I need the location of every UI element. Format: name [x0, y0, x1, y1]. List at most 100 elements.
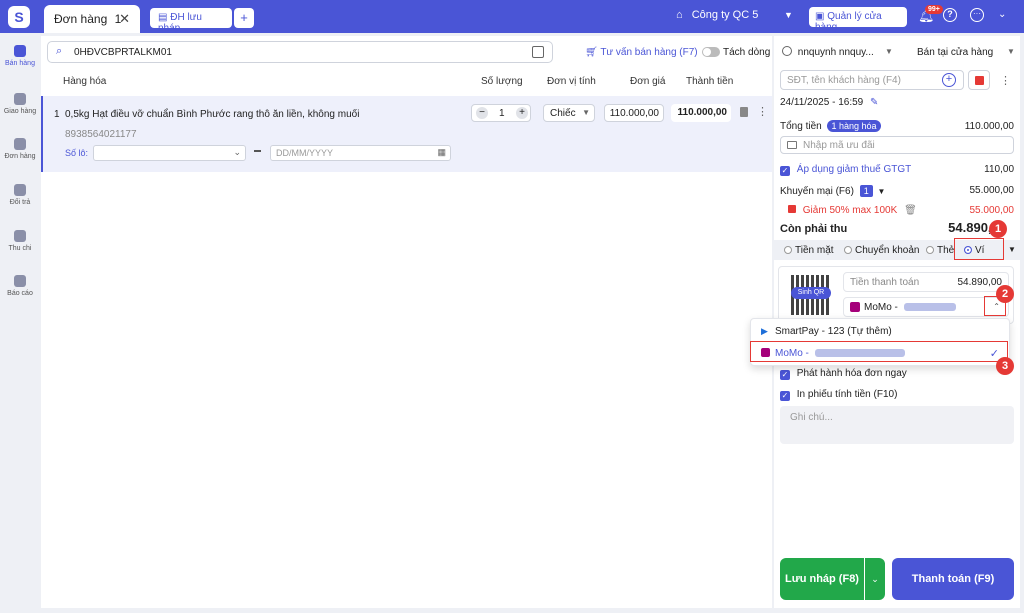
payment-method-cash[interactable]: Tiền mặt — [784, 245, 834, 256]
store-management-button[interactable]: ▣ Quản lý cửa hàng — [809, 7, 907, 33]
barcode-scan-icon[interactable] — [532, 46, 544, 58]
search-icon: ⌕ — [56, 45, 63, 57]
trash-icon[interactable]: 🗑︎ — [904, 205, 917, 216]
column-header-item: Hàng hóa — [63, 76, 107, 87]
sidebar-item-sales[interactable]: Bán hàng — [0, 45, 40, 67]
unit-price-input[interactable]: 110.000,00 — [604, 104, 664, 122]
payment-method-card[interactable]: Thẻ — [926, 245, 954, 256]
trash-icon[interactable] — [740, 107, 748, 117]
truck-icon — [14, 93, 26, 105]
print-receipt-checkbox[interactable]: ✓ In phiếu tính tiền (F10) — [780, 389, 897, 401]
generate-qr-button[interactable]: Sinh QR — [791, 287, 831, 299]
expiry-date-input[interactable]: DD/MM/YYYY ▦ — [270, 145, 451, 161]
sidebar-item-reports[interactable]: Báo cáo — [0, 275, 40, 297]
sidebar-item-returns[interactable]: Đổi trả — [0, 184, 40, 206]
chevron-down-icon: ⌄ — [233, 147, 241, 157]
dropdown-option-smartpay[interactable]: ▶ SmartPay - 123 (Tự thêm) — [751, 321, 1009, 341]
document-icon — [14, 138, 26, 150]
notification-badge: 99+ — [925, 5, 943, 14]
sales-advise-link[interactable]: 🛒︎ Tư vấn bán hàng (F7) — [585, 47, 698, 58]
sidebar-item-cashflow[interactable]: Thu chi — [0, 230, 40, 252]
tab-draft-orders[interactable]: ▤ ĐH lưu nháp — [150, 8, 232, 34]
chevron-down-icon[interactable]: ▼ — [784, 10, 793, 20]
chevron-down-icon[interactable]: ▼ — [885, 47, 893, 56]
store-icon: ⌂ — [676, 9, 683, 21]
store-management-label: Quản lý cửa hàng — [815, 11, 882, 33]
tab-order-label: Đơn hàng — [54, 12, 108, 26]
sales-mode-selector[interactable]: Bán tại cửa hàng — [917, 47, 993, 58]
chevron-down-icon[interactable]: ▼ — [1008, 245, 1016, 254]
company-selector[interactable]: ⌂ Công ty QC 5 — [676, 9, 758, 21]
total-value: 110.000,00 — [964, 121, 1014, 132]
unit-value: Chiếc — [550, 108, 576, 119]
plus-button[interactable]: + — [516, 107, 528, 119]
chevron-down-icon[interactable]: ▼ — [1007, 47, 1015, 56]
total-label: Tổng tiền 1 hàng hóa — [780, 120, 881, 132]
promo-code-input[interactable]: Nhập mã ưu đãi — [780, 136, 1014, 154]
discount-label: Khuyến mại (F6) — [780, 186, 854, 197]
money-icon — [14, 230, 26, 242]
sidebar-item-label: Thu chi — [8, 245, 32, 252]
company-name: Công ty QC 5 — [691, 9, 759, 21]
order-panel: ⌕ 0HĐVCBPRTALKM01 🛒︎ Tư vấn bán hàng (F7… — [41, 36, 772, 608]
help-icon[interactable]: ? — [943, 8, 957, 22]
vat-checkbox[interactable]: ✓ Áp dụng giảm thuế GTGT — [780, 164, 911, 176]
pencil-icon[interactable]: ✎ — [870, 97, 878, 108]
radio-icon — [784, 246, 792, 254]
radio-icon — [926, 246, 934, 254]
quantity-value[interactable]: 1 — [499, 108, 505, 119]
total-label-text: Tổng tiền — [780, 121, 822, 132]
store-icon: ▣ — [815, 11, 825, 22]
user-selector[interactable]: nnquynh nnquy... — [782, 46, 874, 58]
minus-button[interactable]: − — [476, 107, 488, 119]
sidebar-item-orders[interactable]: Đơn hàng — [0, 138, 40, 160]
split-line-toggle[interactable] — [702, 47, 720, 57]
sales-advise-label: Tư vấn bán hàng (F7) — [600, 47, 698, 58]
gift-button[interactable] — [968, 70, 990, 90]
calendar-icon: ▦ — [437, 147, 446, 157]
tab-order[interactable]: Đơn hàng 1 ✕ — [44, 5, 140, 33]
amount-due-label: Còn phải thu — [780, 223, 848, 235]
quantity-stepper[interactable]: − 1 + — [471, 104, 531, 122]
checkout-button[interactable]: Thanh toán (F9) — [892, 558, 1014, 600]
more-icon[interactable]: ··· — [970, 8, 984, 22]
sidebar-item-label: Báo cáo — [7, 290, 33, 297]
chevron-down-icon[interactable]: ⌄ — [998, 9, 1006, 20]
product-search-input[interactable]: ⌕ 0HĐVCBPRTALKM01 — [47, 41, 553, 63]
note-textarea[interactable]: Ghi chú... — [780, 406, 1014, 444]
check-icon: ✓ — [780, 370, 790, 380]
return-icon — [14, 184, 26, 196]
more-vertical-icon[interactable]: ⋮ — [1000, 74, 1011, 87]
publish-invoice-checkbox[interactable]: ✓ Phát hành hóa đơn ngay — [780, 368, 907, 380]
discount-toggle[interactable]: Khuyến mại (F6) 1 ▼ — [780, 185, 885, 197]
discount-item-value: 55.000,00 — [969, 205, 1015, 216]
highlight-wallet — [954, 238, 1004, 260]
lot-select[interactable]: ⌄ — [93, 145, 246, 161]
discount-item: Giảm 50% max 100K 🗑︎ — [788, 205, 917, 216]
cart-icon — [14, 45, 26, 57]
check-icon: ✓ — [780, 166, 790, 176]
payment-amount-field[interactable]: Tiền thanh toán 54.890,00 — [843, 272, 1009, 292]
discount-item-label: Giảm 50% max 100K — [802, 205, 898, 216]
add-customer-button[interactable]: + — [942, 73, 956, 87]
step-badge-2: 2 — [996, 285, 1014, 303]
save-draft-button[interactable]: Lưu nháp (F8) — [780, 558, 864, 600]
add-tab-button[interactable]: + — [234, 8, 254, 28]
cart-icon: 🛒︎ — [585, 47, 598, 58]
split-line-label: Tách dòng — [723, 47, 771, 58]
wallet-account-label: MoMo - — [864, 302, 898, 313]
customer-search-input[interactable]: SĐT, tên khách hàng (F4) — [780, 70, 964, 90]
payment-method-transfer[interactable]: Chuyển khoản — [844, 245, 920, 256]
item-count-badge: 1 hàng hóa — [827, 120, 881, 132]
more-vertical-icon[interactable]: ⋮ — [757, 105, 768, 118]
momo-icon — [850, 302, 860, 312]
ticket-icon — [787, 141, 797, 149]
chevron-down-icon[interactable]: ⌄ — [865, 558, 885, 600]
close-icon[interactable]: ✕ — [119, 11, 130, 27]
unit-select[interactable]: Chiếc ▼ — [543, 104, 595, 122]
sidebar-item-delivery[interactable]: Giao hàng — [0, 93, 40, 115]
redacted-account — [903, 303, 956, 311]
user-name: nnquynh nnquy... — [797, 47, 874, 58]
sidebar-item-label: Đơn hàng — [4, 153, 36, 160]
date-placeholder: DD/MM/YYYY — [276, 148, 334, 158]
